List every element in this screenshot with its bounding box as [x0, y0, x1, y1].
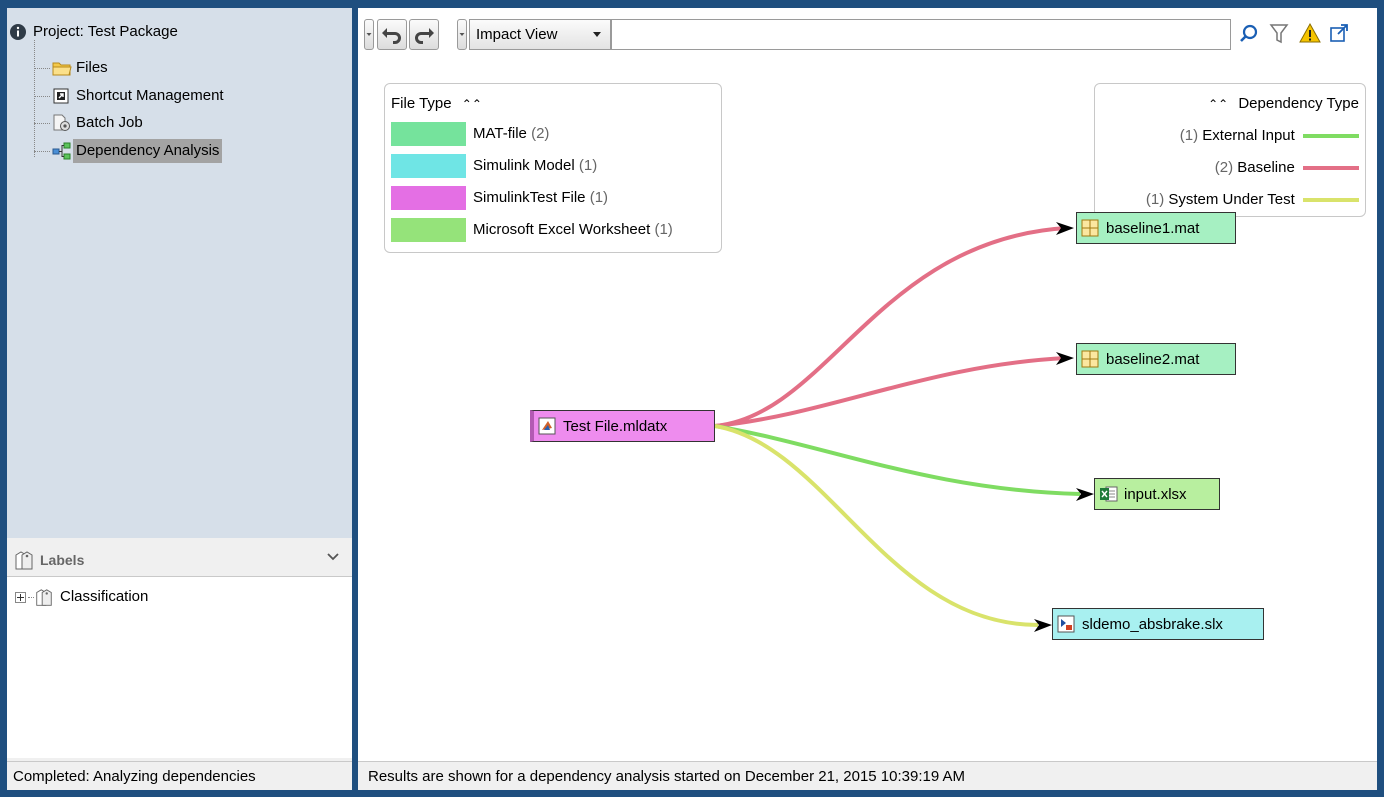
legend-entry-baseline: (2) Baseline	[1215, 156, 1359, 180]
legend-entry-mat-file: MAT-file (2)	[391, 122, 711, 146]
dependency-type-legend: ⌃⌃ Dependency Type (1) External Input (2…	[1094, 83, 1366, 217]
file-type-legend: File Type ⌃⌃ MAT-file (2) Simulink Model…	[384, 83, 722, 253]
labels-icon	[13, 550, 33, 570]
tree-line	[34, 40, 35, 157]
edge-sut[interactable]	[714, 424, 1039, 627]
legend-entry-external-input: (1) External Input	[1180, 124, 1359, 148]
tree-item-label: Batch Job	[76, 114, 143, 131]
filter-icon[interactable]	[1268, 22, 1290, 50]
node-label: sldemo_absbrake.slx	[1082, 615, 1223, 633]
redo-arrow-icon	[415, 28, 434, 44]
graph-toolbar: Impact View	[358, 8, 1377, 60]
tree-item-label: Files	[76, 59, 108, 76]
project-label: Project: Test Package	[33, 23, 178, 40]
batch-job-icon	[52, 114, 70, 132]
mat-file-icon	[1081, 350, 1099, 368]
labels-panel-body: Classification	[7, 577, 352, 758]
tree-line	[34, 96, 50, 97]
warning-icon[interactable]	[1298, 22, 1322, 48]
label-item-classification[interactable]: Classification	[15, 585, 151, 609]
folder-icon	[52, 59, 72, 77]
label-category-icon	[34, 588, 54, 606]
edge-baseline1[interactable]	[714, 226, 1067, 428]
node-baseline1[interactable]: baseline1.mat	[1076, 212, 1236, 244]
label-item-text: Classification	[60, 588, 149, 605]
mat-file-icon	[1081, 219, 1099, 237]
legend-entry-excel-worksheet: Microsoft Excel Worksheet (1)	[391, 218, 711, 242]
node-input-xlsx[interactable]: input.xlsx	[1094, 478, 1220, 510]
undo-arrow-icon	[382, 28, 401, 44]
tree-item-shortcut-management[interactable]: Shortcut Management	[52, 84, 227, 108]
edge-baseline2[interactable]	[714, 356, 1067, 428]
forward-button[interactable]	[409, 19, 439, 50]
legend-swatch	[391, 186, 466, 210]
tree-item-dependency-analysis[interactable]: Dependency Analysis	[52, 139, 223, 163]
tree-item-label: Dependency Analysis	[73, 139, 223, 163]
search-input[interactable]	[611, 19, 1231, 50]
node-label: baseline1.mat	[1106, 219, 1200, 237]
labels-title: Labels	[40, 552, 85, 568]
node-test-file[interactable]: Test File.mldatx	[530, 410, 715, 442]
file-type-legend-title: File Type ⌃⌃	[391, 95, 482, 112]
node-baseline2[interactable]: baseline2.mat	[1076, 343, 1236, 375]
legend-entry-system-under-test: (1) System Under Test	[1146, 188, 1359, 212]
node-label: input.xlsx	[1124, 485, 1187, 503]
excel-file-icon	[1099, 485, 1118, 503]
left-pane: Project: Test Package Files Shortcut Man…	[7, 8, 352, 790]
simulink-model-icon	[1057, 615, 1075, 633]
legend-entry-simulinktest-file: SimulinkTest File (1)	[391, 186, 711, 210]
search-icon[interactable]	[1238, 23, 1260, 49]
view-selector-label: Impact View	[476, 26, 558, 43]
tree-line	[34, 151, 50, 152]
back-button[interactable]	[377, 19, 407, 50]
dependency-analyzer-window: Project: Test Package Files Shortcut Man…	[0, 0, 1384, 797]
open-external-icon[interactable]	[1328, 22, 1350, 48]
chevron-down-icon	[592, 20, 602, 59]
legend-line	[1303, 166, 1359, 171]
dependency-graph-canvas[interactable]: File Type ⌃⌃ MAT-file (2) Simulink Model…	[358, 60, 1377, 758]
legend-entry-simulink-model: Simulink Model (1)	[391, 154, 711, 178]
right-pane: Impact View File Type ⌃⌃ MAT-file (2) Si…	[358, 8, 1377, 790]
legend-swatch	[391, 154, 466, 178]
left-status-bar: Completed: Analyzing dependencies	[7, 761, 352, 790]
tree-item-batch-job[interactable]: Batch Job	[52, 111, 146, 135]
expand-icon[interactable]	[15, 591, 26, 603]
legend-line	[1303, 198, 1359, 203]
labels-panel-header[interactable]: Labels	[7, 544, 352, 577]
legend-swatch	[391, 122, 466, 146]
project-info-icon	[9, 23, 27, 41]
node-sldemo-absbrake[interactable]: sldemo_absbrake.slx	[1052, 608, 1264, 640]
toolbar-dropdown-arrow[interactable]	[364, 19, 374, 50]
tree-project-root[interactable]: Project: Test Package	[9, 20, 181, 44]
tree-line	[34, 123, 50, 124]
chevron-down-icon[interactable]	[326, 550, 340, 568]
toolbar-dropdown-arrow[interactable]	[457, 19, 467, 50]
shortcut-icon	[52, 87, 70, 105]
collapse-icon[interactable]: ⌃⌃	[1208, 97, 1228, 111]
collapse-icon[interactable]: ⌃⌃	[462, 97, 482, 111]
dependency-analysis-icon	[52, 142, 71, 160]
legend-swatch	[391, 218, 466, 242]
tree-line	[34, 68, 50, 69]
node-label: Test File.mldatx	[563, 417, 668, 435]
dependency-type-legend-title: ⌃⌃ Dependency Type	[1208, 95, 1359, 112]
simulink-test-file-icon	[538, 417, 556, 435]
tree-item-files[interactable]: Files	[52, 56, 111, 80]
edge-input[interactable]	[714, 424, 1081, 496]
legend-line	[1303, 134, 1359, 139]
tree-item-label: Shortcut Management	[76, 87, 224, 104]
right-status-bar: Results are shown for a dependency analy…	[358, 761, 1377, 790]
view-selector[interactable]: Impact View	[469, 19, 611, 50]
project-tree: Project: Test Package Files Shortcut Man…	[7, 8, 352, 538]
node-label: baseline2.mat	[1106, 350, 1200, 368]
